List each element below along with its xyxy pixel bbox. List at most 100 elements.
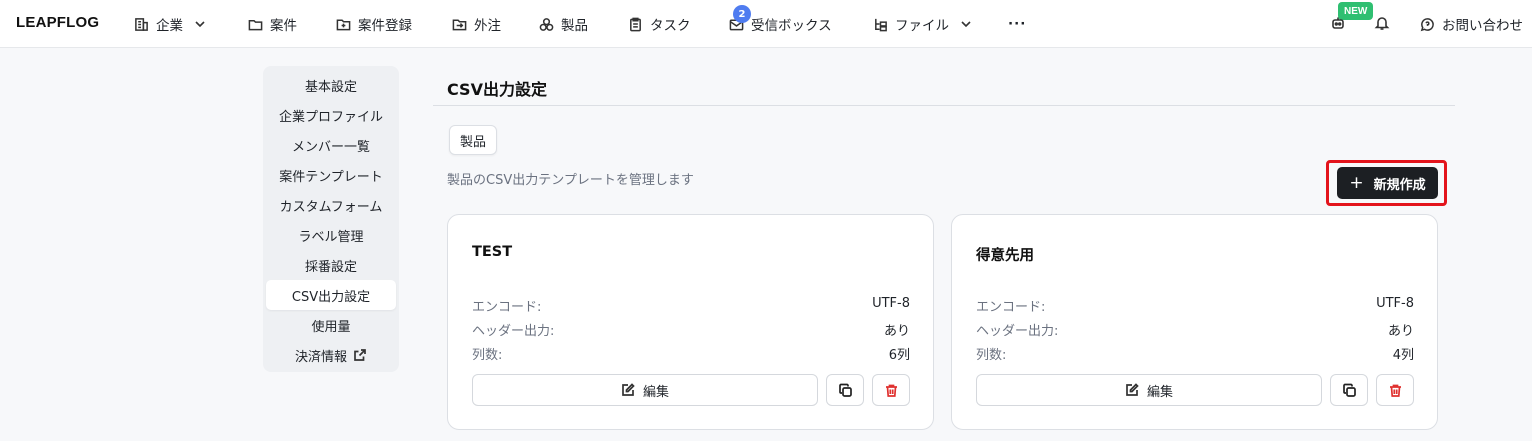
- more-menu-button[interactable]: ···: [1008, 13, 1026, 35]
- template-row-encoding: エンコード: UTF-8: [472, 296, 910, 315]
- bell-icon: [1374, 17, 1390, 30]
- sidebar-item-project-templates[interactable]: 案件テンプレート: [266, 160, 396, 190]
- template-row-header: ヘッダー出力: あり: [976, 320, 1414, 339]
- create-new-label: 新規作成: [1373, 177, 1426, 193]
- sidebar-item-label: 採番設定: [304, 259, 357, 275]
- nav-item-projects[interactable]: 案件: [248, 13, 297, 35]
- contact-label: お問い合わせ: [1442, 18, 1523, 34]
- nav-label: 外注: [474, 18, 501, 34]
- nav-item-outsourcing[interactable]: 外注: [452, 13, 501, 35]
- nav-label: 案件: [270, 18, 297, 34]
- ai-assistant-button[interactable]: [1330, 15, 1346, 31]
- robot-icon: [1332, 17, 1344, 29]
- edit-label: 編集: [1146, 384, 1173, 400]
- template-row-columns: 列数: 6列: [472, 344, 910, 363]
- nav-label: 企業: [156, 18, 183, 34]
- sidebar-item-label: 決済情報: [294, 349, 347, 365]
- folder-icon: [248, 19, 263, 30]
- template-card: TEST エンコード: UTF-8 ヘッダー出力: あり 列数: 6列 編集: [447, 214, 934, 430]
- sidebar-item-label: ラベル管理: [298, 229, 364, 245]
- trash-icon: [885, 384, 897, 397]
- row-key: 列数:: [472, 348, 503, 363]
- sidebar-item-company-profile[interactable]: 企業プロファイル: [266, 100, 396, 130]
- copy-icon: [838, 383, 852, 397]
- template-row-header: ヘッダー出力: あり: [472, 320, 910, 339]
- row-key: エンコード:: [472, 300, 542, 315]
- chevron-down-icon: [195, 21, 205, 28]
- plus-icon: +: [1349, 172, 1364, 193]
- title-divider: [433, 105, 1455, 106]
- sidebar-item-csv-export[interactable]: CSV出力設定: [266, 280, 396, 310]
- template-row-encoding: エンコード: UTF-8: [976, 296, 1414, 315]
- sidebar-item-label: 企業プロファイル: [278, 109, 383, 125]
- tab-products[interactable]: 製品: [449, 125, 498, 155]
- template-row-columns: 列数: 4列: [976, 344, 1414, 363]
- nav-item-inbox[interactable]: 2 受信ボックス: [729, 5, 832, 35]
- nav-label: 製品: [561, 18, 588, 34]
- nav-item-tasks[interactable]: タスク: [628, 13, 691, 35]
- row-value: UTF-8: [1376, 296, 1414, 311]
- sidebar-item-numbering[interactable]: 採番設定: [266, 250, 396, 280]
- outsource-icon: [452, 19, 467, 30]
- nav-item-companies[interactable]: 企業: [134, 13, 206, 35]
- contact-link[interactable]: お問い合わせ: [1420, 13, 1523, 35]
- edit-icon: [1126, 383, 1139, 396]
- edit-icon: [622, 383, 635, 396]
- row-key: ヘッダー出力:: [472, 324, 555, 339]
- duplicate-button[interactable]: [1330, 374, 1368, 406]
- nav-label: タスク: [650, 18, 691, 34]
- sidebar-item-label: 基本設定: [304, 79, 357, 95]
- row-value: UTF-8: [872, 296, 910, 311]
- edit-button[interactable]: 編集: [976, 374, 1322, 406]
- sidebar-item-billing[interactable]: 決済情報: [266, 340, 396, 370]
- sidebar-item-usage[interactable]: 使用量: [266, 310, 396, 340]
- page-description: 製品のCSV出力テンプレートを管理します: [447, 173, 694, 188]
- folder-plus-icon: [336, 19, 351, 30]
- template-name: TEST: [472, 244, 513, 260]
- row-key: エンコード:: [976, 300, 1046, 315]
- clipboard-icon: [630, 17, 641, 31]
- template-name: 得意先用: [976, 248, 1034, 264]
- delete-button[interactable]: [1376, 374, 1414, 406]
- delete-button[interactable]: [872, 374, 910, 406]
- row-value: あり: [1387, 324, 1414, 339]
- nav-item-products[interactable]: 製品: [539, 13, 588, 35]
- edit-button[interactable]: 編集: [472, 374, 818, 406]
- sidebar-item-custom-forms[interactable]: カスタムフォーム: [266, 190, 396, 220]
- sidebar-item-basic-settings[interactable]: 基本設定: [266, 70, 396, 100]
- nav-label: 受信ボックス: [751, 18, 832, 34]
- sidebar-item-label: 案件テンプレート: [279, 169, 383, 185]
- row-key: 列数:: [976, 348, 1007, 363]
- products-icon: [539, 17, 554, 31]
- sidebar-item-label: メンバー一覧: [291, 139, 370, 155]
- external-link-icon: [354, 349, 366, 361]
- trash-icon: [1389, 384, 1401, 397]
- row-key: ヘッダー出力:: [976, 324, 1059, 339]
- copy-icon: [1342, 383, 1356, 397]
- inbox-count-badge: 2: [733, 5, 751, 23]
- template-card: 得意先用 エンコード: UTF-8 ヘッダー出力: あり 列数: 4列 編集: [951, 214, 1438, 430]
- brand-logo[interactable]: LEAPFLOG: [16, 14, 99, 31]
- row-value: 4列: [1392, 348, 1414, 363]
- nav-item-project-register[interactable]: 案件登録: [336, 13, 412, 35]
- settings-sidebar: 基本設定 企業プロファイル メンバー一覧 案件テンプレート カスタムフォーム ラ…: [263, 66, 399, 372]
- row-value: あり: [883, 324, 910, 339]
- duplicate-button[interactable]: [826, 374, 864, 406]
- edit-label: 編集: [642, 384, 669, 400]
- nav-item-files[interactable]: ファイル: [873, 13, 972, 35]
- sidebar-item-members[interactable]: メンバー一覧: [266, 130, 396, 160]
- sidebar-item-label: CSV出力設定: [291, 289, 371, 305]
- notifications-button[interactable]: [1374, 15, 1390, 31]
- sidebar-item-label-management[interactable]: ラベル管理: [266, 220, 396, 250]
- sidebar-item-label: カスタムフォーム: [279, 199, 383, 215]
- nav-label: 案件登録: [358, 18, 412, 34]
- help-chat-icon: [1420, 17, 1434, 31]
- nav-label: ファイル: [895, 18, 949, 34]
- chevron-down-icon: [961, 21, 971, 28]
- top-navbar: LEAPFLOG 企業 案件 案件登録 外注 製品 タスク 2 受信ボックス フ…: [0, 0, 1532, 48]
- create-new-button[interactable]: + 新規作成: [1337, 167, 1438, 199]
- page-title: CSV出力設定: [447, 80, 547, 99]
- files-icon: [875, 18, 887, 31]
- building-icon: [135, 17, 148, 31]
- sidebar-item-label: 使用量: [311, 319, 351, 335]
